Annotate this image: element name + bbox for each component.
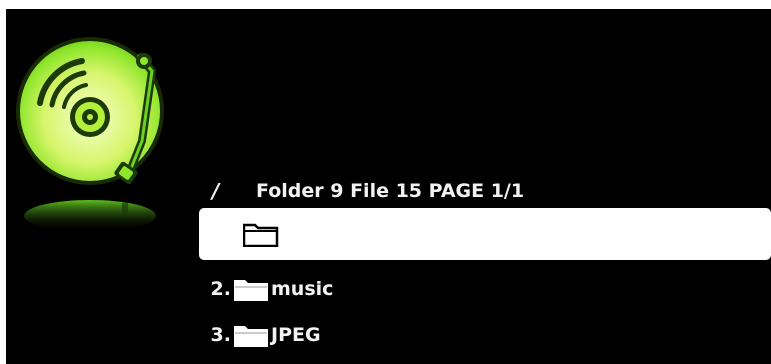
browser-header: / Folder 9 File 15 PAGE 1/1	[212, 177, 524, 205]
item-name: JPEG	[271, 324, 321, 346]
file-list: 2. music 3. JPEG	[199, 208, 771, 358]
list-item[interactable]: 3. JPEG	[199, 312, 771, 358]
music-disc-icon	[12, 31, 172, 236]
item-name: music	[271, 278, 334, 300]
list-item-selected[interactable]	[199, 208, 771, 260]
folder-icon	[233, 276, 269, 302]
item-number: 2.	[210, 278, 231, 300]
folder-icon	[233, 322, 269, 348]
list-item[interactable]: 2. music	[199, 266, 771, 312]
folder-file-page-summary: Folder 9 File 15 PAGE 1/1	[256, 180, 525, 202]
folder-icon	[243, 221, 279, 247]
current-path: /	[212, 179, 220, 203]
item-number: 3.	[210, 324, 231, 346]
media-browser-screen: / Folder 9 File 15 PAGE 1/1 2. music 3. …	[6, 9, 771, 364]
